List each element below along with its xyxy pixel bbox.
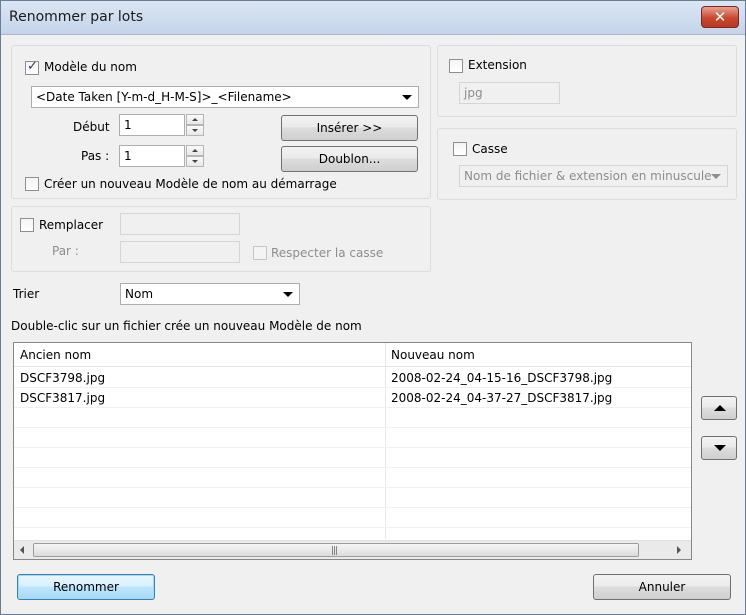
sort-combo[interactable]: Nom — [120, 283, 300, 305]
extension-checkbox[interactable] — [449, 59, 463, 73]
spin-up-icon[interactable] — [186, 114, 204, 125]
scroll-left-icon[interactable] — [20, 546, 24, 554]
sort-label: Trier — [13, 287, 40, 301]
create-new-model-checkbox[interactable] — [25, 177, 39, 191]
case-group — [437, 128, 737, 200]
start-input[interactable]: 1 — [119, 114, 185, 136]
move-up-button[interactable] — [701, 396, 737, 420]
empty-row — [14, 488, 691, 508]
name-model-checkbox[interactable]: ✓ — [25, 59, 39, 75]
title-bar: Renommer par lots ✕ — [1, 1, 745, 35]
replace-by-label: Par : — [52, 244, 79, 258]
old-name-cell: DSCF3798.jpg — [20, 371, 106, 385]
move-down-button[interactable] — [701, 436, 737, 460]
start-spinner[interactable] — [186, 114, 204, 136]
case-label: Casse — [472, 142, 508, 156]
match-case-label: Respecter la casse — [271, 246, 384, 260]
start-value: 1 — [124, 118, 132, 132]
empty-row — [14, 408, 691, 428]
extension-value: jpg — [464, 86, 483, 100]
chevron-down-icon — [283, 292, 293, 297]
extension-input[interactable]: jpg — [459, 82, 560, 104]
replace-label: Remplacer — [39, 218, 104, 232]
case-combo[interactable]: Nom de fichier & extension en minuscule — [459, 165, 728, 187]
create-new-model-label: Créer un nouveau Modèle de nom au démarr… — [44, 177, 337, 191]
scroll-thumb[interactable]: ||| — [33, 543, 639, 557]
horizontal-scrollbar[interactable]: ||| — [14, 540, 691, 559]
old-name-cell: DSCF3817.jpg — [20, 391, 106, 405]
case-value: Nom de fichier & extension en minuscule — [464, 169, 712, 183]
empty-row — [14, 428, 691, 448]
list-header: Ancien nom Nouveau nom — [14, 343, 691, 367]
name-model-label: Modèle du nom — [44, 60, 137, 74]
scroll-right-icon[interactable] — [677, 546, 681, 554]
double-click-hint: Double-clic sur un fichier crée un nouve… — [11, 319, 362, 333]
file-list[interactable]: Ancien nom Nouveau nom DSCF3798.jpg 2008… — [13, 342, 692, 560]
name-pattern-combo[interactable]: <Date Taken [Y-m-d_H-M-S]>_<Filename> — [31, 86, 419, 108]
empty-row — [14, 508, 691, 528]
spin-down-icon[interactable] — [186, 125, 204, 136]
duplicate-button[interactable]: Doublon... — [281, 146, 418, 172]
spin-down-icon[interactable] — [186, 156, 204, 167]
insert-button[interactable]: Insérer >> — [281, 115, 418, 141]
extension-label: Extension — [468, 58, 527, 72]
close-button[interactable]: ✕ — [701, 6, 739, 28]
start-label: Début — [73, 120, 110, 134]
grip-icon: ||| — [331, 546, 338, 556]
table-row[interactable]: DSCF3798.jpg 2008-02-24_04-15-16_DSCF379… — [14, 368, 691, 388]
extension-group — [437, 45, 737, 117]
chevron-down-icon — [711, 174, 721, 179]
column-header-old-name[interactable]: Ancien nom — [20, 348, 91, 362]
checkmark-icon: ✓ — [27, 59, 38, 74]
batch-rename-dialog: Renommer par lots ✕ ✓ Modèle du nom <Dat… — [0, 0, 746, 615]
arrow-up-icon — [714, 405, 726, 411]
empty-row — [14, 448, 691, 468]
replace-with-input[interactable] — [120, 241, 240, 263]
arrow-down-icon — [714, 445, 726, 451]
name-pattern-value: <Date Taken [Y-m-d_H-M-S]>_<Filename> — [36, 90, 292, 104]
new-name-cell: 2008-02-24_04-37-27_DSCF3817.jpg — [391, 391, 613, 405]
spin-up-icon[interactable] — [186, 145, 204, 156]
new-name-cell: 2008-02-24_04-15-16_DSCF3798.jpg — [391, 371, 613, 385]
case-checkbox[interactable] — [453, 142, 467, 156]
step-spinner[interactable] — [186, 145, 204, 167]
window-title: Renommer par lots — [9, 9, 144, 25]
column-header-new-name[interactable]: Nouveau nom — [391, 348, 475, 362]
chevron-down-icon — [402, 95, 412, 100]
empty-row — [14, 468, 691, 488]
step-label: Pas : — [81, 149, 110, 163]
rename-button[interactable]: Renommer — [17, 574, 155, 600]
match-case-checkbox[interactable] — [253, 246, 267, 260]
close-icon: ✕ — [713, 8, 727, 26]
table-row[interactable]: DSCF3817.jpg 2008-02-24_04-37-27_DSCF381… — [14, 388, 691, 408]
sort-value: Nom — [125, 287, 154, 301]
step-value: 1 — [124, 149, 132, 163]
step-input[interactable]: 1 — [119, 145, 185, 167]
replace-checkbox[interactable] — [20, 218, 34, 232]
cancel-button[interactable]: Annuler — [593, 574, 731, 600]
replace-find-input[interactable] — [120, 213, 240, 235]
